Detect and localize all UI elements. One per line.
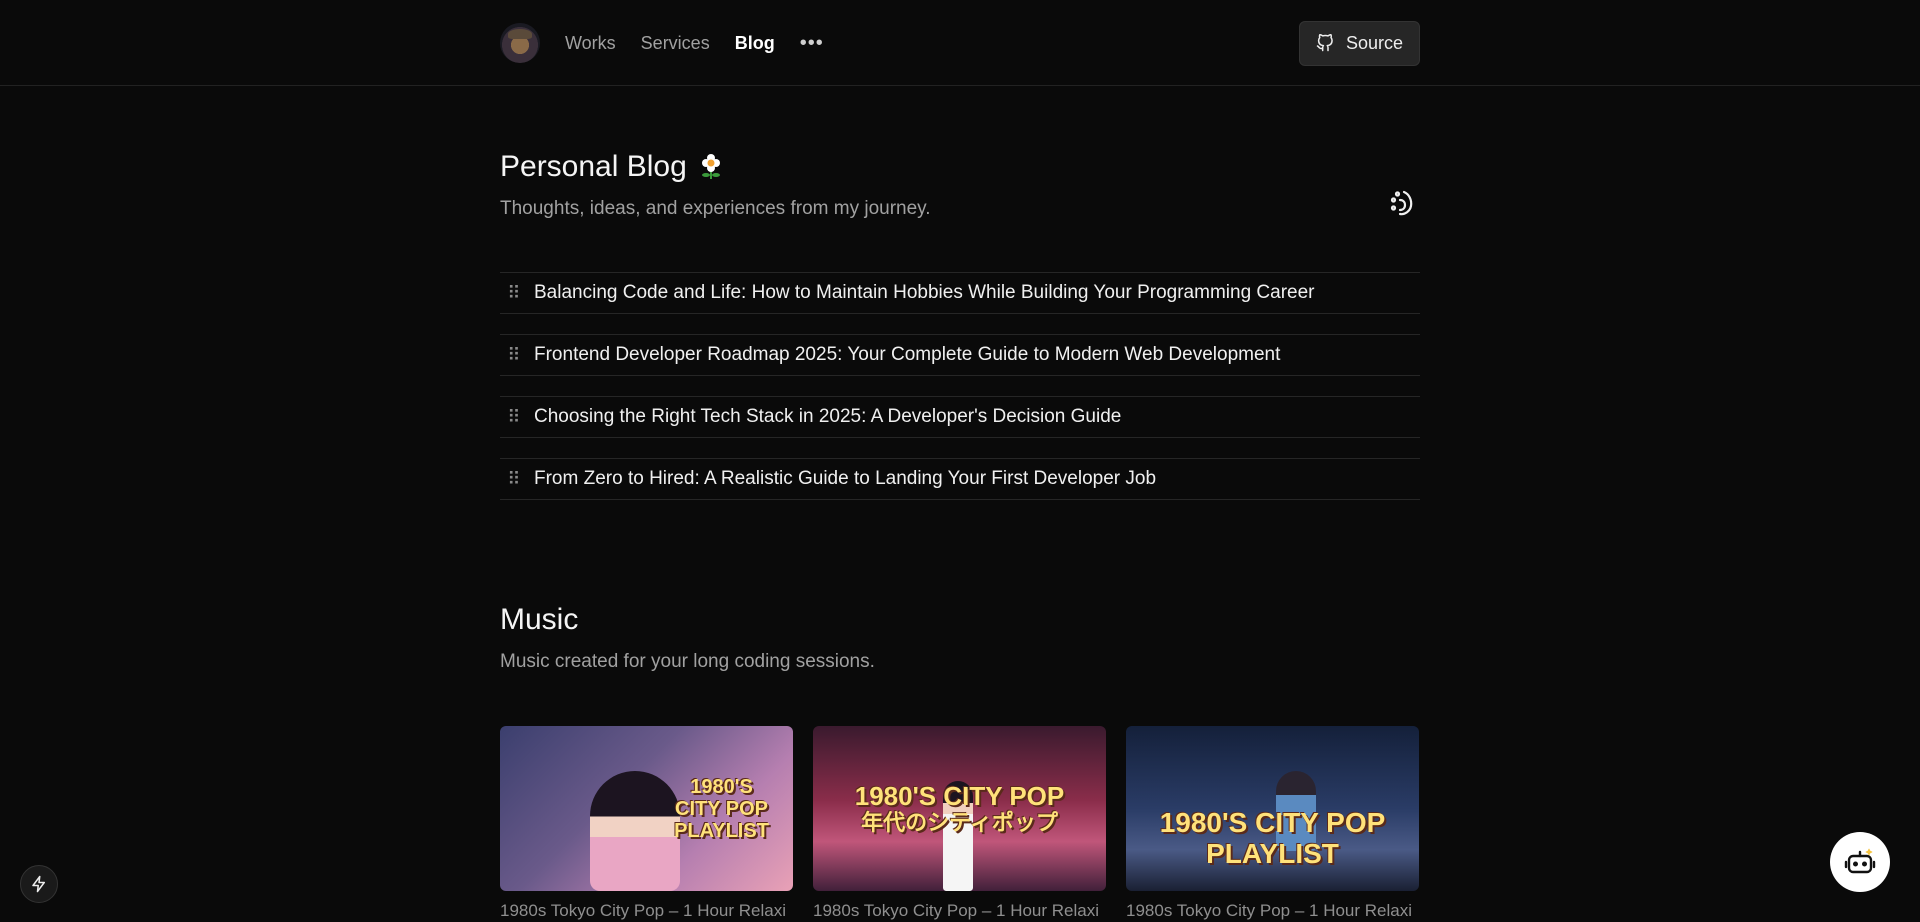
music-cards: 1980'S CITY POP PLAYLIST 1980s Tokyo Cit… [500, 726, 1420, 921]
thumbnail-subtext: 年代のシティポップ [861, 809, 1058, 835]
chat-bot-button[interactable] [1830, 832, 1890, 892]
source-button-label: Source [1345, 32, 1403, 53]
main-nav: Works Services Blog ••• [565, 33, 824, 54]
thumbnail-text: 1980'S CITY POP [854, 781, 1065, 812]
music-thumbnail[interactable]: 1980'S CITY POP 年代のシティポップ [813, 726, 1106, 891]
post-title[interactable]: Frontend Developer Roadmap 2025: Your Co… [534, 344, 1280, 366]
drag-handle-icon[interactable]: ⠿ [494, 458, 534, 500]
drag-handle-icon[interactable]: ⠿ [494, 334, 534, 376]
avatar[interactable] [500, 23, 540, 63]
nav-services[interactable]: Services [641, 33, 710, 54]
site-header: Works Services Blog ••• Source [0, 0, 1920, 86]
drag-handle-icon[interactable]: ⠿ [494, 272, 534, 314]
music-thumbnail[interactable]: 1980'S CITY POP PLAYLIST [1126, 726, 1419, 891]
blog-title: Personal Blog [500, 150, 1420, 184]
header-inner: Works Services Blog ••• Source [500, 0, 1420, 86]
source-button[interactable]: Source [1298, 20, 1420, 66]
music-card[interactable]: 1980'S CITY POP 年代のシティポップ 1980s Tokyo Ci… [813, 726, 1106, 921]
music-title: Music [500, 603, 579, 636]
music-card-title[interactable]: 1980s Tokyo City Pop – 1 Hour Relaxi [1126, 901, 1419, 921]
blog-subtitle: Thoughts, ideas, and experiences from my… [500, 198, 931, 219]
blog-title-text: Personal Blog [500, 150, 687, 183]
bolt-button[interactable] [20, 865, 58, 903]
flower-icon [701, 154, 720, 179]
music-card[interactable]: 1980'S CITY POP PLAYLIST 1980s Tokyo Cit… [500, 726, 793, 921]
music-thumbnail[interactable]: 1980'S CITY POP PLAYLIST [500, 726, 793, 891]
post-title[interactable]: Choosing the Right Tech Stack in 2025: A… [534, 406, 1121, 428]
music-card-title[interactable]: 1980s Tokyo City Pop – 1 Hour Relaxi [813, 901, 1106, 921]
post-item[interactable]: ⠿ Frontend Developer Roadmap 2025: Your … [500, 334, 1420, 376]
post-list: ⠿ Balancing Code and Life: How to Mainta… [500, 272, 1420, 520]
thumbnail-text: 1980'S CITY POP PLAYLIST [674, 775, 769, 842]
thumbnail-text-block: 1980'S CITY POP 年代のシティポップ [855, 782, 1064, 835]
nav-works[interactable]: Works [565, 33, 616, 54]
blog-section-header: Personal Blog Thoughts, ideas, and exper… [500, 150, 1420, 220]
post-item[interactable]: ⠿ From Zero to Hired: A Realistic Guide … [500, 458, 1420, 500]
music-card[interactable]: 1980'S CITY POP PLAYLIST 1980s Tokyo Cit… [1126, 726, 1419, 921]
drag-handle-icon[interactable]: ⠿ [494, 396, 534, 438]
music-card-title[interactable]: 1980s Tokyo City Pop – 1 Hour Relaxi [500, 901, 793, 921]
thumbnail-text: 1980'S CITY POP PLAYLIST [1159, 806, 1386, 869]
music-subtitle: Music created for your long coding sessi… [500, 651, 875, 672]
post-title[interactable]: Balancing Code and Life: How to Maintain… [534, 282, 1314, 304]
post-item[interactable]: ⠿ Choosing the Right Tech Stack in 2025:… [500, 396, 1420, 438]
robot-icon [1844, 848, 1876, 874]
post-item[interactable]: ⠿ Balancing Code and Life: How to Mainta… [500, 272, 1420, 314]
feather-cluster-icon[interactable] [1386, 188, 1418, 220]
music-section-header: Music Music created for your long coding… [500, 603, 1420, 673]
more-menu-icon[interactable]: ••• [800, 33, 824, 53]
nav-blog[interactable]: Blog [735, 33, 775, 54]
github-icon [1316, 34, 1333, 52]
post-title[interactable]: From Zero to Hired: A Realistic Guide to… [534, 468, 1156, 490]
bolt-icon [32, 875, 45, 893]
